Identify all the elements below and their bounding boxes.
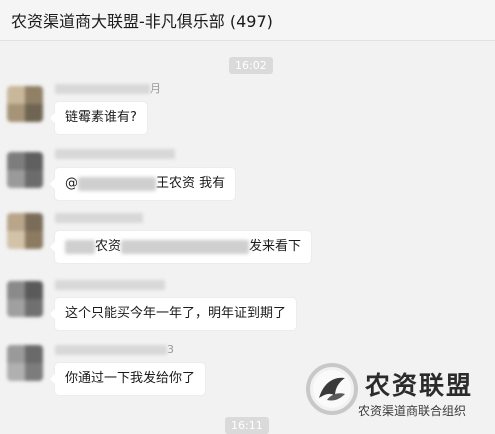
avatar[interactable] bbox=[7, 345, 43, 381]
avatar[interactable] bbox=[7, 152, 43, 188]
redacted-sender-name bbox=[55, 149, 175, 159]
redacted-sender-name bbox=[55, 280, 165, 290]
message-text: 链霉素谁有? bbox=[65, 110, 137, 125]
message-bubble[interactable]: 这个只能买今年一年了，明年证到期了 bbox=[49, 298, 297, 330]
redacted-sender-name bbox=[55, 213, 143, 223]
watermark-subtitle: 农资渠道商联合组织 bbox=[358, 404, 467, 418]
redacted-sender-name bbox=[55, 345, 167, 355]
sender-name: 3 bbox=[55, 344, 174, 356]
redacted-mention bbox=[78, 176, 156, 191]
sender-name bbox=[55, 279, 165, 291]
message-bubble[interactable]: 链霉素谁有? bbox=[50, 102, 147, 134]
sender-name bbox=[55, 148, 175, 160]
redacted-sender-name bbox=[55, 84, 150, 94]
watermark-name: 农资联盟 bbox=[365, 371, 474, 400]
redacted-text bbox=[121, 239, 250, 254]
timestamp: 16:02 bbox=[229, 57, 273, 74]
alliance-logo-icon bbox=[306, 363, 358, 415]
sender-name: 月 bbox=[55, 83, 161, 95]
avatar[interactable] bbox=[7, 281, 43, 317]
sender-name bbox=[55, 212, 143, 224]
message-text: 你通过一下我发给你了 bbox=[65, 371, 196, 386]
watermark: 农资联盟 农资渠道商联合组织 bbox=[305, 362, 495, 426]
mention-prefix: @ bbox=[65, 176, 78, 191]
message-text-part: 农资 bbox=[95, 239, 122, 254]
message-text: 王农资 我有 bbox=[156, 176, 226, 191]
chat-title: 农资渠道商大联盟-非凡俱乐部 (497) bbox=[11, 12, 273, 31]
message-bubble[interactable]: 农资 发来看下 bbox=[49, 231, 312, 263]
avatar[interactable] bbox=[7, 213, 43, 249]
redacted-text bbox=[65, 239, 95, 254]
message-text: 发来看下 bbox=[249, 239, 302, 254]
message-text: 这个只能买今年一年了，明年证到期了 bbox=[65, 306, 287, 321]
message-bubble[interactable]: @ 王农资 我有 bbox=[49, 168, 236, 200]
avatar[interactable] bbox=[7, 86, 43, 122]
message-bubble[interactable]: 你通过一下我发给你了 bbox=[49, 363, 206, 395]
chat-title-bar: 农资渠道商大联盟-非凡俱乐部 (497) bbox=[0, 0, 495, 41]
